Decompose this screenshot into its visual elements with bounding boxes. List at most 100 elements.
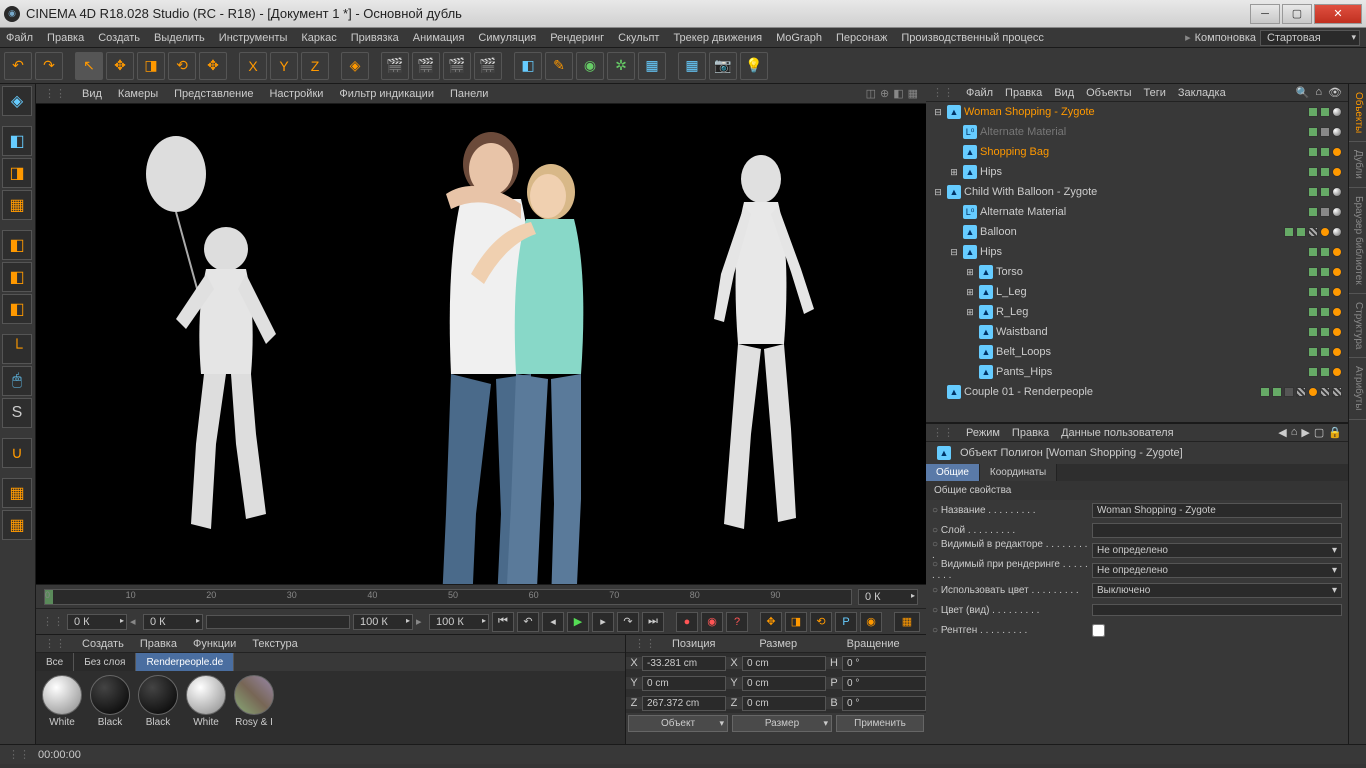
magnet-button[interactable]: ∪	[2, 438, 32, 468]
menu-Файл[interactable]: Файл	[6, 32, 33, 44]
autokey-button[interactable]: ◉	[701, 612, 723, 632]
axis-x-button[interactable]: X	[239, 52, 267, 80]
mattab-2[interactable]: Renderpeople.de	[136, 653, 234, 671]
tree-Hips[interactable]: ⊞▲Hips	[926, 162, 1348, 182]
array-button[interactable]: ✲	[607, 52, 635, 80]
tree-Pants_Hips[interactable]: ▲Pants_Hips	[926, 362, 1348, 382]
last-tool[interactable]: ✥	[199, 52, 227, 80]
record-button[interactable]: ●	[676, 612, 698, 632]
home-icon[interactable]: ⌂	[1315, 86, 1322, 99]
prop-Использовать цвет[interactable]: Выключено	[1092, 583, 1342, 598]
prev-key-button[interactable]: ↶	[517, 612, 539, 632]
tree-Hips[interactable]: ⊟▲Hips	[926, 242, 1348, 262]
goto-start-button[interactable]: ⏮	[492, 612, 514, 632]
object-tree[interactable]: ⊟▲Woman Shopping - ZygoteL⁰Alternate Mat…	[926, 102, 1348, 422]
subdiv-button[interactable]: ◉	[576, 52, 604, 80]
timeline-open-button[interactable]: ▦	[894, 612, 920, 632]
prop-Рентген[interactable]	[1092, 624, 1105, 637]
light-button[interactable]: 💡	[740, 52, 768, 80]
eye-icon[interactable]: 👁	[1328, 86, 1342, 99]
objmenu-Закладка[interactable]: Закладка	[1178, 87, 1226, 99]
viewport[interactable]	[36, 104, 926, 584]
attr-fwd-icon[interactable]: ▶	[1301, 426, 1309, 439]
texture-mode-button[interactable]: ◨	[2, 158, 32, 188]
workplane-mode-button[interactable]: ▦	[2, 190, 32, 220]
prop-Видимый в редакторе[interactable]: Не определено	[1092, 543, 1342, 558]
vpmenu-5[interactable]: Панели	[450, 88, 488, 100]
matmenu-Создать[interactable]: Создать	[82, 638, 124, 650]
tree-Shopping Bag[interactable]: ▲Shopping Bag	[926, 142, 1348, 162]
menu-Анимация[interactable]: Анимация	[413, 32, 465, 44]
bend-button[interactable]: ▦	[638, 52, 666, 80]
menu-Каркас[interactable]: Каркас	[301, 32, 336, 44]
edge-mode-button[interactable]: ◧	[2, 262, 32, 292]
tree-Torso[interactable]: ⊞▲Torso	[926, 262, 1348, 282]
coord-apply-button[interactable]: Применить	[836, 715, 924, 732]
maximize-button[interactable]: ▢	[1282, 4, 1312, 24]
rot-P[interactable]	[842, 676, 926, 691]
search-icon[interactable]: 🔍	[1296, 86, 1310, 99]
attrmenu-2[interactable]: Данные пользователя	[1061, 427, 1173, 439]
menu-Привязка[interactable]: Привязка	[351, 32, 399, 44]
rtab-Структура[interactable]: Структура	[1349, 294, 1366, 358]
menu-Выделить[interactable]: Выделить	[154, 32, 205, 44]
attrtab-Общие[interactable]: Общие	[926, 464, 980, 481]
rotate-tool[interactable]: ⟲	[168, 52, 196, 80]
render-settings-button[interactable]: 🎬	[474, 52, 502, 80]
minimize-button[interactable]: ─	[1250, 4, 1280, 24]
matmenu-Функции[interactable]: Функции	[193, 638, 236, 650]
vpmenu-0[interactable]: Вид	[82, 88, 102, 100]
material-Black[interactable]: Black	[88, 675, 132, 740]
vp-icon-4[interactable]: ▦	[908, 87, 918, 100]
vpmenu-4[interactable]: Фильтр индикации	[339, 88, 434, 100]
start-frame[interactable]: 0 К	[67, 614, 127, 630]
material-White[interactable]: White	[184, 675, 228, 740]
timeline-frame[interactable]: 0 К	[858, 589, 918, 605]
next-key-button[interactable]: ↷	[617, 612, 639, 632]
objmenu-Вид[interactable]: Вид	[1054, 87, 1074, 99]
key-scale-button[interactable]: ◨	[785, 612, 807, 632]
pos-X[interactable]	[642, 656, 726, 671]
tree-Balloon[interactable]: ▲Balloon	[926, 222, 1348, 242]
scale-tool[interactable]: ◨	[137, 52, 165, 80]
menu-Производственный процесс[interactable]: Производственный процесс	[901, 32, 1043, 44]
objmenu-Файл[interactable]: Файл	[966, 87, 993, 99]
axis-z-button[interactable]: Z	[301, 52, 329, 80]
pos-Z[interactable]	[642, 696, 726, 711]
key-param-button[interactable]: P	[835, 612, 857, 632]
next-frame-button[interactable]: ▸	[592, 612, 614, 632]
workplane-button[interactable]: ▦	[2, 478, 32, 508]
keyhelp-button[interactable]: ?	[726, 612, 748, 632]
vpmenu-1[interactable]: Камеры	[118, 88, 158, 100]
tree-Belt_Loops[interactable]: ▲Belt_Loops	[926, 342, 1348, 362]
coord-size-combo[interactable]: Размер	[732, 715, 832, 732]
close-button[interactable]: ✕	[1314, 4, 1362, 24]
prop-Название[interactable]	[1092, 503, 1342, 518]
vp-icon-3[interactable]: ◧	[893, 87, 903, 100]
point-mode-button[interactable]: ◧	[2, 230, 32, 260]
menu-Рендеринг[interactable]: Рендеринг	[550, 32, 604, 44]
cube-primitive[interactable]: ◧	[514, 52, 542, 80]
vp-icon-2[interactable]: ⊕	[880, 87, 889, 100]
range-end[interactable]: 100 К	[353, 614, 413, 630]
size-X[interactable]	[742, 656, 826, 671]
attr-new-icon[interactable]: ▢	[1314, 426, 1324, 439]
rtab-Дубли[interactable]: Дубли	[1349, 142, 1366, 188]
vp-icon-1[interactable]: ◫	[866, 87, 876, 100]
axis-y-button[interactable]: Y	[270, 52, 298, 80]
attr-lock-icon[interactable]: 🔒	[1328, 426, 1342, 439]
viewport-solo-button[interactable]: 🖱	[2, 366, 32, 396]
floor-button[interactable]: ▦	[678, 52, 706, 80]
key-pla-button[interactable]: ◉	[860, 612, 882, 632]
attrtab-Координаты[interactable]: Координаты	[980, 464, 1057, 481]
tree-Couple 01 - Renderpeople[interactable]: ▲Couple 01 - Renderpeople	[926, 382, 1348, 402]
mattab-0[interactable]: Все	[36, 653, 74, 671]
end-frame[interactable]: 100 К	[429, 614, 489, 630]
prop-Видимый при рендеринге[interactable]: Не определено	[1092, 563, 1342, 578]
layout-combo[interactable]: Стартовая	[1260, 30, 1360, 46]
menu-Инструменты[interactable]: Инструменты	[219, 32, 288, 44]
pos-Y[interactable]	[642, 676, 726, 691]
timeline[interactable]: 0102030405060708090100 0 К	[36, 584, 926, 608]
menu-Создать[interactable]: Создать	[98, 32, 140, 44]
coord-system-button[interactable]: ◈	[341, 52, 369, 80]
